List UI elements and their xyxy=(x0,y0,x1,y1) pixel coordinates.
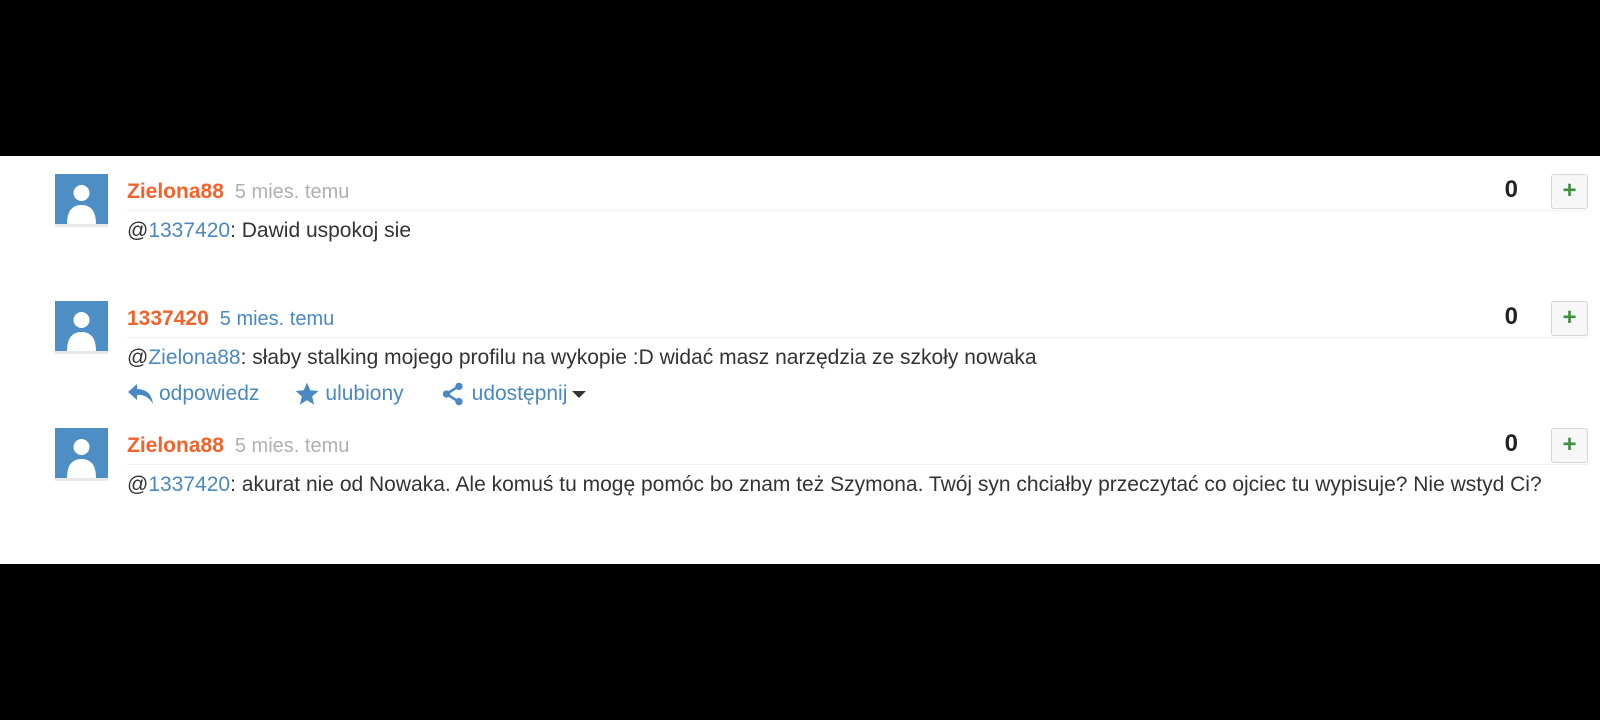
caret-down-icon[interactable] xyxy=(571,388,587,400)
comment-time[interactable]: 5 mies. temu xyxy=(220,308,334,331)
comment-content: : słaby stalking mojego profilu na wykop… xyxy=(240,346,1037,369)
vote-count: 0 xyxy=(1504,176,1518,203)
comment-time[interactable]: 5 mies. temu xyxy=(235,435,349,458)
comment-author[interactable]: 1337420 xyxy=(127,307,209,331)
default-user-avatar-icon xyxy=(67,185,96,224)
comment-header: Zielona88 5 mies. temu 0 + xyxy=(127,428,1588,465)
mention-link[interactable]: 1337420 xyxy=(148,219,230,242)
reply-label: odpowiedz xyxy=(159,382,260,405)
default-user-avatar-icon xyxy=(67,439,96,478)
comment-author[interactable]: Zielona88 xyxy=(127,434,224,458)
comment-header: 1337420 5 mies. temu 0 + xyxy=(127,301,1588,338)
comment-body: Zielona88 5 mies. temu 0 + @1337420: Daw… xyxy=(127,174,1588,246)
share-button[interactable]: udostępnij xyxy=(438,381,592,407)
comment-header: Zielona88 5 mies. temu 0 + xyxy=(127,174,1588,211)
share-icon xyxy=(442,382,463,406)
avatar[interactable] xyxy=(55,301,108,354)
share-label: udostępnij xyxy=(471,382,568,405)
mention-prefix: @ xyxy=(127,219,149,242)
comment-content: : Dawid uspokoj sie xyxy=(230,219,412,242)
upvote-button[interactable]: + xyxy=(1551,428,1588,463)
reply-arrow-icon xyxy=(128,384,153,404)
vote-count: 0 xyxy=(1504,303,1518,330)
avatar[interactable] xyxy=(55,174,108,227)
default-user-avatar-icon xyxy=(67,312,96,351)
favorite-button[interactable]: ulubiony xyxy=(293,381,404,407)
reply-button[interactable]: odpowiedz xyxy=(127,382,259,406)
mention-prefix: @ xyxy=(127,346,149,369)
upvote-button[interactable]: + xyxy=(1551,174,1588,209)
avatar[interactable] xyxy=(55,428,108,481)
mention-link[interactable]: 1337420 xyxy=(148,473,230,496)
comments-panel: Zielona88 5 mies. temu 0 + @1337420: Daw… xyxy=(0,156,1600,564)
comment-content: : akurat nie od Nowaka. Ale komuś tu mog… xyxy=(230,473,1542,496)
comment-body: 1337420 5 mies. temu 0 + @Zielona88: sła… xyxy=(127,301,1588,407)
star-icon xyxy=(296,382,319,405)
mention-prefix: @ xyxy=(127,473,149,496)
upvote-button[interactable]: + xyxy=(1551,301,1588,336)
comment-actions: odpowiedz ulubiony udostępnij xyxy=(127,381,1588,407)
vote-count: 0 xyxy=(1504,430,1518,457)
comment-body: Zielona88 5 mies. temu 0 + @1337420: aku… xyxy=(127,428,1588,500)
comment-author[interactable]: Zielona88 xyxy=(127,180,224,204)
comment-time[interactable]: 5 mies. temu xyxy=(235,181,349,204)
mention-link[interactable]: Zielona88 xyxy=(148,346,240,369)
comment-text: @1337420: Dawid uspokoj sie xyxy=(127,215,1588,246)
favorite-label: ulubiony xyxy=(325,382,404,405)
comment-text: @1337420: akurat nie od Nowaka. Ale komu… xyxy=(127,469,1588,500)
comment-text: @Zielona88: słaby stalking mojego profil… xyxy=(127,342,1588,373)
